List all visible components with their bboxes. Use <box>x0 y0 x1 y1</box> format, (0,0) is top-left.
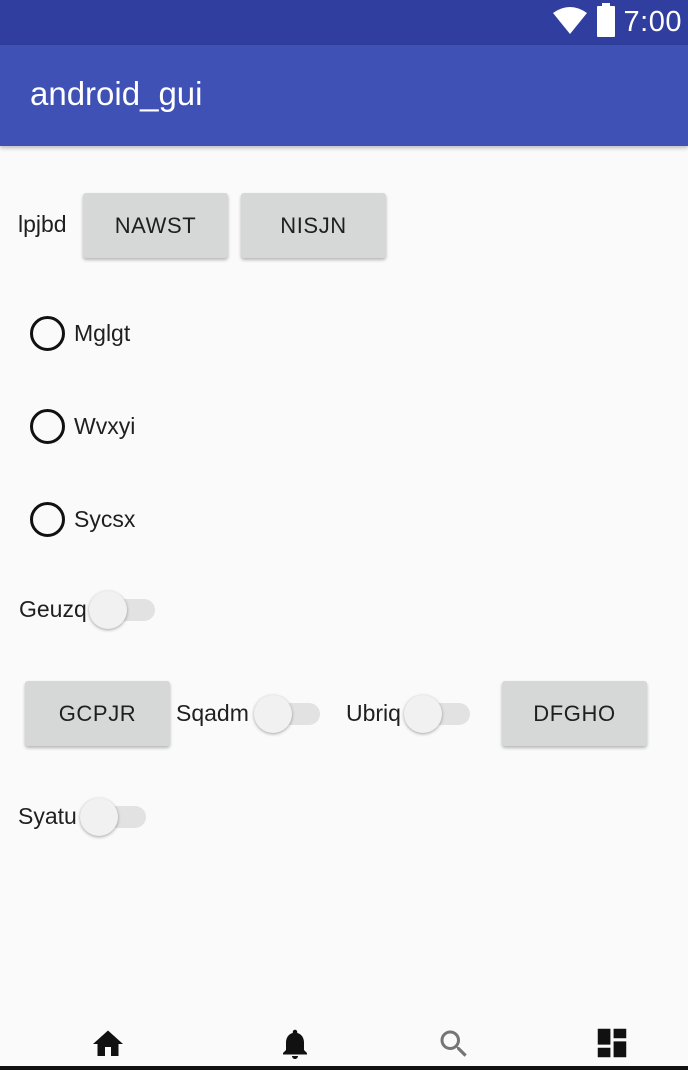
syatu-label: Syatu <box>18 803 77 829</box>
ubriq-switch[interactable] <box>404 694 472 734</box>
bottom-navigation <box>0 1018 688 1070</box>
radio-wvxyi[interactable]: Wvxyi <box>29 406 135 446</box>
dashboard-icon[interactable] <box>593 1024 631 1067</box>
dfgho-button[interactable]: DFGHO <box>502 681 647 746</box>
nisjn-button[interactable]: NISJN <box>241 193 386 258</box>
radio-label: Sycsx <box>74 505 136 532</box>
radio-sycsx[interactable]: Sycsx <box>29 499 135 539</box>
syatu-switch[interactable] <box>80 797 148 837</box>
sqadm-label: Sqadm <box>176 700 249 726</box>
radio-circle-icon <box>30 501 65 537</box>
radio-label: Wvxyi <box>74 412 136 439</box>
switch-thumb <box>404 695 442 733</box>
geuzq-label: Geuzq <box>19 596 87 622</box>
status-icons: 7:00 <box>552 3 682 42</box>
radio-mglgt[interactable]: Mglgt <box>29 313 130 353</box>
row1-label: lpjbd <box>18 211 67 237</box>
nawst-button[interactable]: NAWST <box>83 193 228 258</box>
ubriq-label: Ubriq <box>346 700 401 726</box>
app-title: android_gui <box>30 75 203 112</box>
radio-circle-icon <box>30 315 65 351</box>
bell-icon[interactable] <box>277 1026 313 1067</box>
switch-thumb <box>254 695 292 733</box>
switch-thumb <box>80 798 118 836</box>
status-time: 7:00 <box>623 6 682 38</box>
sqadm-switch[interactable] <box>254 694 322 734</box>
wifi-icon <box>552 5 588 40</box>
radio-circle-icon <box>30 408 65 444</box>
nav-bar-edge <box>0 1066 688 1070</box>
geuzq-switch[interactable] <box>89 590 157 630</box>
home-icon[interactable] <box>90 1026 126 1067</box>
gcpjr-button[interactable]: GCPJR <box>25 681 170 746</box>
battery-icon <box>596 3 616 42</box>
app-bar: android_gui <box>0 45 688 146</box>
status-bar: 7:00 <box>0 0 688 45</box>
radio-label: Mglgt <box>74 319 131 346</box>
switch-thumb <box>89 591 127 629</box>
search-icon[interactable] <box>436 1026 472 1067</box>
